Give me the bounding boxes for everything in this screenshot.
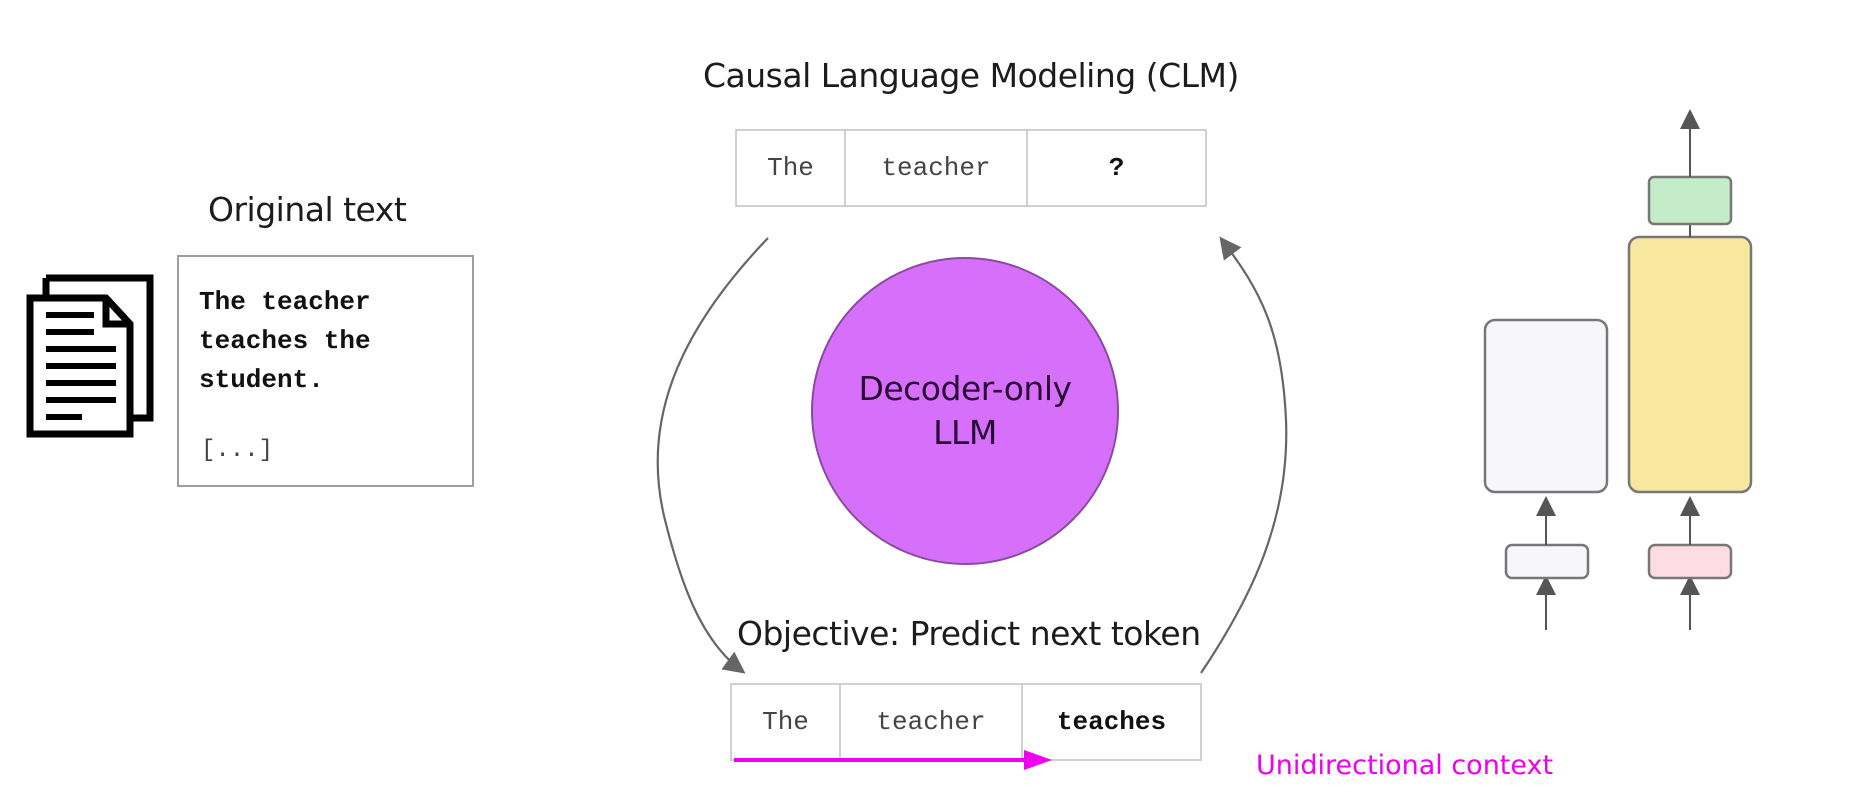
encoder-input-embedding — [1504, 543, 1590, 580]
decoder-only-llm-circle: Decoder-only LLM — [811, 257, 1119, 565]
decoder-input-embedding — [1647, 543, 1733, 580]
decoder-stack — [1627, 235, 1753, 494]
objective-label: Objective: Predict next token — [737, 614, 1201, 653]
encoder-stack — [1483, 318, 1609, 494]
transformer-architecture-diagram — [1483, 109, 1753, 630]
unidirectional-context-label: Unidirectional context — [1256, 750, 1554, 781]
unidirectional-context-arrow — [734, 750, 1052, 770]
model-label-line1: Decoder-only — [858, 369, 1072, 408]
right-curved-arrow — [1200, 236, 1288, 674]
decoder-output-layer — [1647, 175, 1733, 226]
model-label-line2: LLM — [933, 413, 997, 452]
left-curved-arrow — [656, 237, 769, 674]
